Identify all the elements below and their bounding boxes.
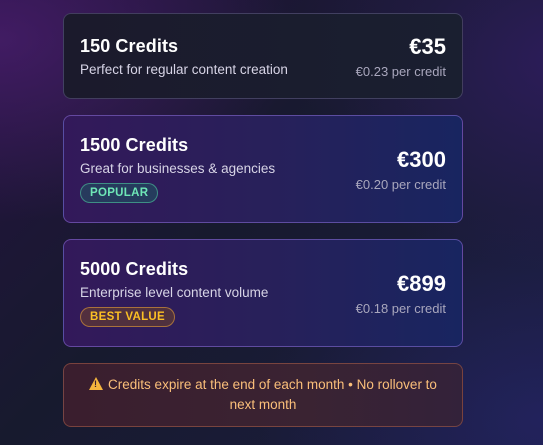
notice-text: Credits expire at the end of each month … [108, 377, 437, 412]
package-pricing: €899 €0.18 per credit [356, 271, 446, 316]
package-pricing: €300 €0.20 per credit [356, 147, 446, 192]
package-title: 5000 Credits [80, 259, 189, 279]
package-description: Enterprise level content volume [80, 285, 269, 300]
package-price: €899 [397, 270, 446, 296]
package-info: 150 Credits Perfect for regular content … [80, 36, 288, 77]
popular-badge: POPULAR [80, 183, 159, 203]
warning-icon [89, 377, 104, 390]
package-price: €35 [409, 33, 446, 59]
package-info: 1500 Credits Great for businesses & agen… [80, 135, 275, 203]
package-card-5000[interactable]: 5000 Credits Enterprise level content vo… [63, 239, 463, 347]
package-card-1500[interactable]: 1500 Credits Great for businesses & agen… [63, 115, 463, 223]
package-per-credit: €0.18 per credit [355, 300, 446, 316]
package-per-credit: €0.23 per credit [355, 63, 446, 79]
package-per-credit: €0.20 per credit [355, 176, 446, 192]
package-description: Great for businesses & agencies [80, 161, 276, 176]
package-card-150[interactable]: 150 Credits Perfect for regular content … [63, 13, 463, 99]
package-title: 150 Credits [80, 35, 179, 56]
package-price: €300 [397, 146, 446, 172]
package-description: Perfect for regular content creation [80, 61, 288, 77]
package-title: 1500 Credits [80, 135, 189, 155]
best-value-badge: BEST VALUE [80, 307, 175, 327]
expiry-notice: Credits expire at the end of each month … [63, 363, 463, 427]
package-pricing: €35 €0.23 per credit [356, 34, 446, 79]
package-info: 5000 Credits Enterprise level content vo… [80, 259, 268, 327]
notice-content: Credits expire at the end of each month … [78, 375, 448, 415]
